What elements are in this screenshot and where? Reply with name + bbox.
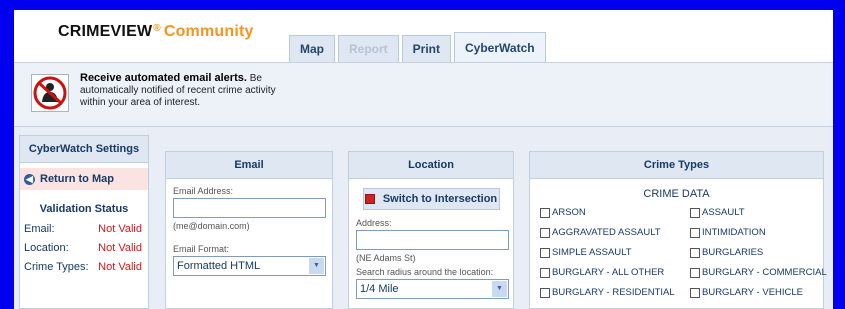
alert-title: Receive automated email alerts.: [80, 72, 247, 84]
validation-status: Not Valid: [98, 261, 142, 273]
crime-type-checkbox[interactable]: BURGLARIES: [690, 245, 833, 260]
radius-value: 1/4 Mile: [360, 283, 399, 295]
logo-brand: CRIMEVIEW: [58, 23, 153, 40]
crime-type-label: BURGLARY - RESIDENTIAL: [552, 287, 675, 298]
crime-type-label: INTIMIDATION: [702, 227, 766, 238]
checkbox[interactable]: [690, 227, 700, 238]
checkbox[interactable]: [690, 207, 700, 218]
crime-type-label: BURGLARIES: [702, 247, 764, 258]
location-panel-title: Location: [349, 152, 513, 179]
crime-type-label: ARSON: [552, 207, 586, 218]
checkbox[interactable]: [540, 247, 550, 258]
chevron-down-icon[interactable]: ▼: [309, 258, 324, 274]
tab-bar: Map Report Print CyberWatch: [289, 32, 549, 62]
crime-type-checkbox[interactable]: SIMPLE ASSAULT: [540, 245, 690, 260]
crime-type-checkbox[interactable]: ASSAULT: [690, 205, 833, 220]
switch-label: Switch to Intersection: [382, 193, 498, 205]
location-panel: Location Switch to Intersection Address:…: [348, 151, 514, 309]
checkbox[interactable]: [690, 267, 700, 278]
validation-row-crime-types: Crime Types: Not Valid: [20, 258, 148, 277]
logo-community: Community: [163, 23, 254, 40]
chevron-down-icon[interactable]: ▼: [492, 281, 507, 297]
crime-type-label: BURGLARY - COMMERCIAL: [702, 267, 827, 278]
tab-map[interactable]: Map: [289, 35, 335, 62]
crime-type-checkbox[interactable]: BURGLARY - RESIDENTIAL: [540, 285, 690, 300]
crime-type-checkbox[interactable]: ARSON: [540, 205, 690, 220]
crime-type-label: BURGLARY - ALL OTHER: [552, 267, 665, 278]
crime-type-label: AGGRAVATED ASSAULT: [552, 227, 661, 238]
no-crime-icon: [31, 74, 69, 112]
validation-label: Location:: [24, 242, 69, 254]
crimeview-logo: CRIMEVIEW® Community: [58, 23, 254, 41]
crime-data-heading: CRIME DATA: [643, 188, 710, 200]
crime-types-title: Crime Types: [530, 152, 823, 179]
back-arrow-icon: ◀: [24, 173, 35, 185]
crime-type-checkbox[interactable]: BURGLARY - VEHICLE: [690, 285, 833, 300]
crime-type-label: ASSAULT: [702, 207, 745, 218]
settings-sidebar: CyberWatch Settings ◀ Return to Map Vali…: [19, 135, 149, 309]
email-panel-title: Email: [166, 152, 332, 179]
validation-label: Email:: [24, 223, 55, 235]
intersection-icon: [364, 194, 375, 204]
logo-registered: ®: [153, 23, 161, 34]
checkbox[interactable]: [540, 267, 550, 278]
header: CRIMEVIEW® Community Map Report Print Cyb…: [14, 10, 833, 62]
crime-type-label: BURGLARY - VEHICLE: [702, 287, 804, 298]
checkbox[interactable]: [540, 207, 550, 218]
validation-label: Crime Types:: [24, 261, 89, 273]
validation-row-location: Location: Not Valid: [20, 239, 148, 258]
validation-row-email: Email: Not Valid: [20, 220, 148, 239]
email-format-label: Email Format:: [173, 244, 230, 254]
crime-type-checkbox[interactable]: BURGLARY - COMMERCIAL: [690, 265, 833, 280]
email-address-hint: (me@domain.com): [173, 221, 250, 231]
radius-label: Search radius around the location:: [356, 267, 494, 277]
address-label: Address:: [356, 218, 392, 228]
alert-text: Receive automated email alerts. Be autom…: [80, 72, 300, 109]
address-input[interactable]: [356, 230, 509, 250]
main-content: CyberWatch Settings ◀ Return to Map Vali…: [14, 127, 833, 309]
radius-select[interactable]: 1/4 Mile ▼: [356, 279, 509, 299]
sidebar-title: CyberWatch Settings: [20, 136, 148, 163]
crime-type-checkbox[interactable]: BURGLARY - ALL OTHER: [540, 265, 690, 280]
validation-status: Not Valid: [98, 223, 142, 235]
tab-print[interactable]: Print: [401, 35, 452, 62]
email-format-select[interactable]: Formatted HTML ▼: [173, 256, 326, 276]
crime-type-label: SIMPLE ASSAULT: [552, 247, 632, 258]
crime-types-grid: ARSON ASSAULT AGGRAVATED ASSAULT INTIMID…: [530, 205, 827, 300]
alert-banner: Receive automated email alerts. Be autom…: [14, 62, 833, 127]
checkbox[interactable]: [540, 287, 550, 298]
email-address-input[interactable]: [173, 198, 326, 218]
email-address-label: Email Address:: [173, 186, 234, 196]
switch-to-intersection-button[interactable]: Switch to Intersection: [362, 188, 500, 210]
crime-type-checkbox[interactable]: INTIMIDATION: [690, 225, 833, 240]
validation-title: Validation Status: [39, 203, 129, 215]
email-panel: Email Email Address: (me@domain.com) Ema…: [165, 151, 333, 309]
app-window: CRIMEVIEW® Community Map Report Print Cyb…: [14, 10, 833, 309]
return-label: Return to Map: [40, 173, 114, 185]
checkbox[interactable]: [690, 247, 700, 258]
address-hint: (NE Adams St): [356, 253, 416, 263]
checkbox[interactable]: [540, 227, 550, 238]
email-format-value: Formatted HTML: [177, 260, 261, 272]
return-to-map-link[interactable]: ◀ Return to Map: [20, 168, 148, 190]
tab-cyberwatch[interactable]: CyberWatch: [454, 32, 546, 62]
tab-report: Report: [338, 35, 399, 62]
crime-type-checkbox[interactable]: AGGRAVATED ASSAULT: [540, 225, 690, 240]
validation-status: Not Valid: [98, 242, 142, 254]
checkbox[interactable]: [690, 287, 700, 298]
crime-types-panel: Crime Types CRIME DATA ARSON ASSAULT AGG…: [529, 151, 827, 309]
